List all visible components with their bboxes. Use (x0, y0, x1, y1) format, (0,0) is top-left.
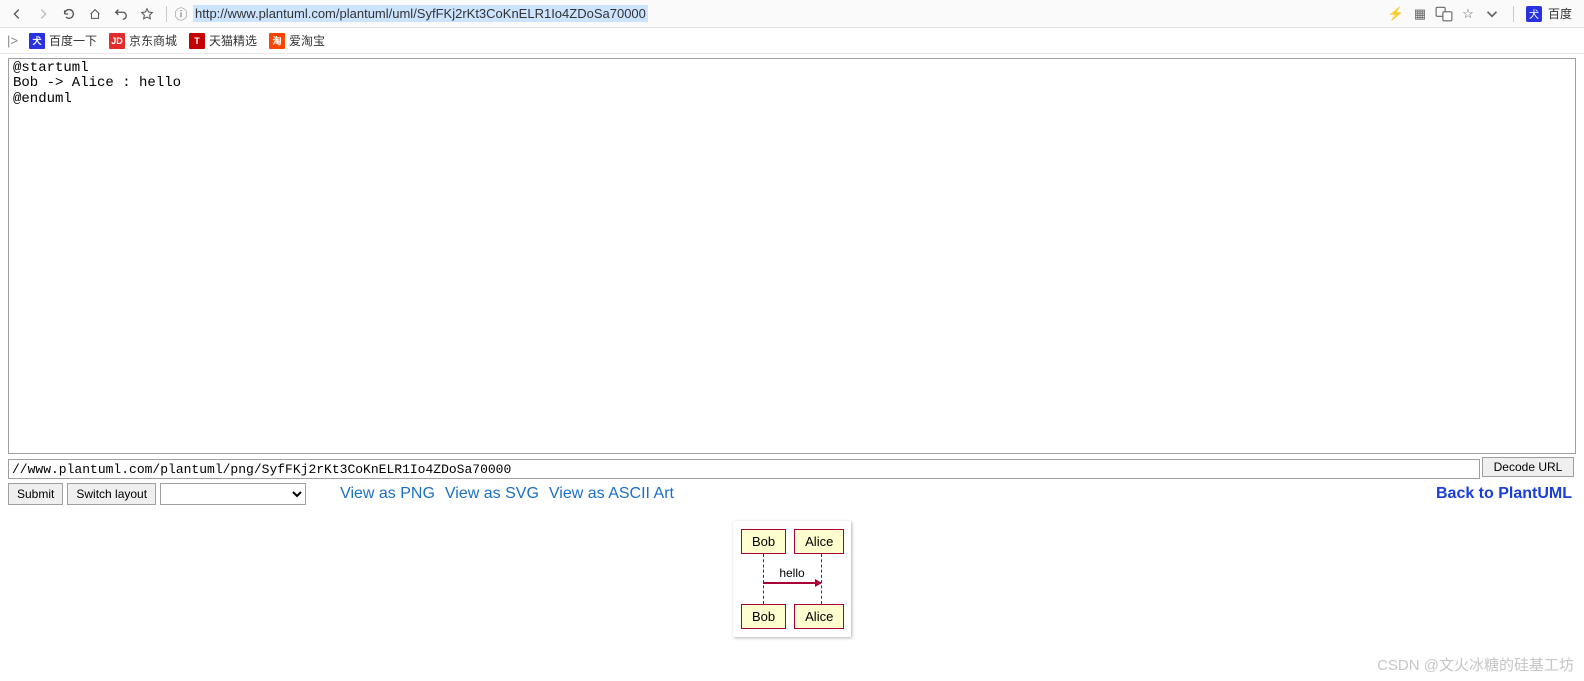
divider (1513, 6, 1514, 22)
message-arrow-icon (763, 582, 821, 584)
info-icon[interactable]: ⓘ (173, 6, 189, 22)
bookmark-tmall[interactable]: T天猫精选 (185, 30, 261, 51)
translate-icon[interactable] (1435, 5, 1453, 23)
view-png-link[interactable]: View as PNG (340, 485, 435, 503)
controls-row: Submit Switch layout View as PNG View as… (8, 483, 1576, 505)
lightning-icon[interactable]: ⚡ (1387, 5, 1405, 23)
divider (166, 6, 167, 22)
bookmarks-toggle-icon[interactable]: |> (4, 33, 21, 48)
participant-alice-bottom: Alice (794, 604, 844, 629)
undo-button[interactable] (110, 3, 132, 25)
url-bar[interactable]: http://www.plantuml.com/plantuml/uml/Syf… (193, 5, 1387, 22)
forward-button[interactable] (32, 3, 54, 25)
qr-icon[interactable]: ▦ (1411, 5, 1429, 23)
url-text[interactable]: http://www.plantuml.com/plantuml/uml/Syf… (193, 5, 648, 22)
view-svg-link[interactable]: View as SVG (445, 485, 539, 503)
bookmark-label: 天猫精选 (209, 32, 257, 49)
jd-icon: JD (109, 33, 125, 49)
bookmark-jd[interactable]: JD京东商城 (105, 30, 181, 51)
switch-layout-button[interactable]: Switch layout (67, 483, 156, 505)
back-button[interactable] (6, 3, 28, 25)
taobao-icon: 淘 (269, 33, 285, 49)
search-engine-label[interactable]: 百度 (1548, 5, 1572, 22)
bookmark-label: 百度一下 (49, 32, 97, 49)
reload-button[interactable] (58, 3, 80, 25)
baidu-icon[interactable]: ⽝ (1526, 6, 1542, 22)
tmall-icon: T (189, 33, 205, 49)
main-content: Decode URL Submit Switch layout View as … (0, 54, 1584, 641)
participant-bob-bottom: Bob (741, 604, 786, 629)
baidu-icon: ⽝ (29, 33, 45, 49)
layout-select[interactable] (160, 483, 306, 505)
bookmark-taobao[interactable]: 淘爱淘宝 (265, 30, 329, 51)
decode-url-button[interactable]: Decode URL (1482, 457, 1574, 477)
plantuml-diagram: Bob Alice hello Bob Alice (733, 521, 851, 637)
encoded-url-input[interactable] (8, 459, 1480, 479)
star-icon[interactable]: ☆ (1459, 5, 1477, 23)
view-ascii-link[interactable]: View as ASCII Art (549, 485, 674, 503)
participant-bob-top: Bob (741, 529, 786, 554)
browser-toolbar: ⓘ http://www.plantuml.com/plantuml/uml/S… (0, 0, 1584, 28)
back-to-plantuml-link[interactable]: Back to PlantUML (1436, 485, 1572, 503)
bookmark-baidu[interactable]: ⽝百度一下 (25, 30, 101, 51)
participant-alice-top: Alice (794, 529, 844, 554)
message-label: hello (741, 566, 843, 580)
plantuml-code-textarea[interactable] (8, 58, 1576, 454)
home-button[interactable] (84, 3, 106, 25)
bookmark-label: 京东商城 (129, 32, 177, 49)
bookmarks-bar: |> ⽝百度一下 JD京东商城 T天猫精选 淘爱淘宝 (0, 28, 1584, 54)
chevron-down-icon[interactable] (1483, 5, 1501, 23)
bookmark-label: 爱淘宝 (289, 32, 325, 49)
watermark: CSDN @文火冰糖的硅基工坊 (1377, 654, 1574, 675)
favorite-button[interactable] (136, 3, 158, 25)
submit-button[interactable]: Submit (8, 483, 63, 505)
